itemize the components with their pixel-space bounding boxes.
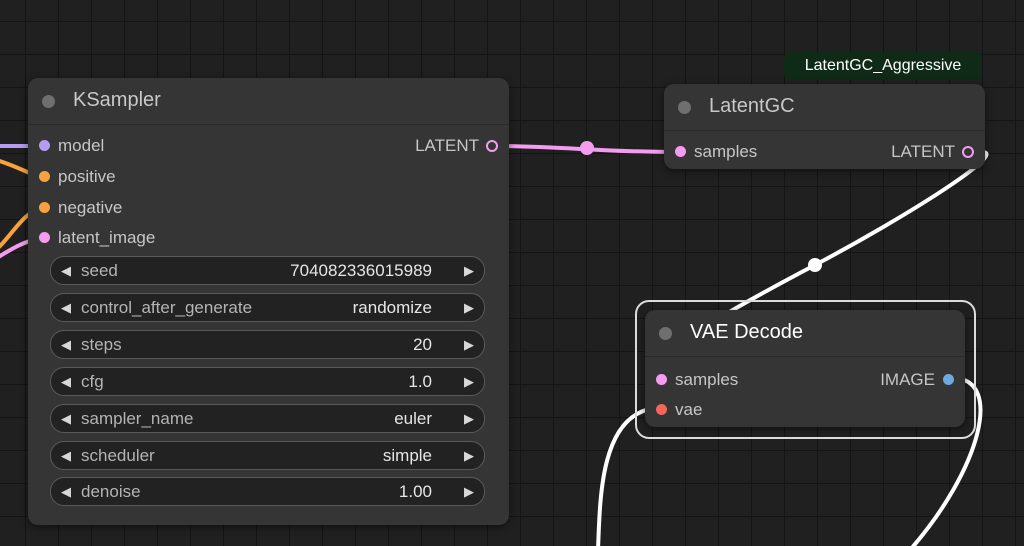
widget-denoise[interactable]: ◀ denoise 1.00 ▶	[50, 477, 485, 506]
input-label-negative: negative	[58, 198, 123, 217]
input-label-latent-image: latent_image	[58, 228, 156, 247]
decrement-arrow-icon[interactable]: ◀	[61, 478, 71, 505]
node-graph-canvas[interactable]: KSampler model positive negative latent_…	[0, 0, 1024, 546]
slot-dot-icon[interactable]	[962, 146, 974, 158]
increment-arrow-icon[interactable]: ▶	[464, 368, 474, 395]
input-label-vae: vae	[675, 400, 703, 419]
slot-dot-icon[interactable]	[39, 171, 50, 182]
output-label-image: IMAGE	[880, 370, 935, 389]
increment-arrow-icon[interactable]: ▶	[464, 442, 474, 469]
slot-dot-icon[interactable]	[943, 374, 954, 385]
widget-sampler-name[interactable]: ◀ sampler_name euler ▶	[50, 404, 485, 433]
input-label-samples: samples	[694, 142, 758, 161]
input-label-positive: positive	[58, 167, 116, 186]
increment-arrow-icon[interactable]: ▶	[464, 478, 474, 505]
latentgc-node[interactable]: LatentGC samples LATENT	[664, 84, 985, 169]
collapse-dot-icon[interactable]	[42, 95, 55, 108]
output-label-latent: LATENT	[891, 142, 955, 161]
output-slot-latent[interactable]: LATENT	[891, 142, 983, 162]
output-slot-latent[interactable]: LATENT	[415, 136, 507, 156]
widget-label: steps	[81, 335, 122, 354]
input-label-samples: samples	[675, 370, 739, 389]
decrement-arrow-icon[interactable]: ◀	[61, 331, 71, 358]
vae-decode-title-bar[interactable]: VAE Decode	[645, 310, 965, 357]
output-slot-image[interactable]: IMAGE	[880, 370, 963, 390]
widget-label: scheduler	[81, 446, 155, 465]
input-slot-samples[interactable]: samples	[647, 370, 738, 390]
link-midpoint-ksampler-latentgc[interactable]	[580, 141, 594, 155]
widget-seed[interactable]: ◀ seed 704082336015989 ▶	[50, 256, 485, 285]
output-label-latent: LATENT	[415, 136, 479, 155]
collapse-dot-icon[interactable]	[659, 327, 672, 340]
widget-steps[interactable]: ◀ steps 20 ▶	[50, 330, 485, 359]
slot-dot-icon[interactable]	[656, 404, 667, 415]
widget-value[interactable]: euler	[394, 405, 432, 432]
slot-dot-icon[interactable]	[656, 374, 667, 385]
input-label-model: model	[58, 136, 105, 155]
input-slot-negative[interactable]: negative	[30, 198, 122, 218]
widget-value[interactable]: randomize	[353, 294, 432, 321]
decrement-arrow-icon[interactable]: ◀	[61, 405, 71, 432]
widget-label: sampler_name	[81, 409, 194, 428]
ksampler-title: KSampler	[73, 89, 161, 111]
latentgc-title: LatentGC	[709, 95, 795, 117]
decrement-arrow-icon[interactable]: ◀	[61, 368, 71, 395]
vae-decode-node[interactable]: VAE Decode samples vae IMAGE	[645, 310, 965, 427]
link-ksampler-latentgc[interactable]	[494, 144, 677, 154]
widget-label: denoise	[81, 482, 141, 501]
increment-arrow-icon[interactable]: ▶	[464, 294, 474, 321]
input-slot-vae[interactable]: vae	[647, 400, 702, 420]
input-slot-latent-image[interactable]: latent_image	[30, 228, 155, 248]
widget-value[interactable]: simple	[383, 442, 432, 469]
decrement-arrow-icon[interactable]: ◀	[61, 294, 71, 321]
decrement-arrow-icon[interactable]: ◀	[61, 257, 71, 284]
widget-value[interactable]: 1.00	[399, 478, 432, 505]
increment-arrow-icon[interactable]: ▶	[464, 257, 474, 284]
widget-label: cfg	[81, 372, 104, 391]
widget-label: seed	[81, 261, 118, 280]
ksampler-node[interactable]: KSampler model positive negative latent_…	[28, 78, 509, 525]
vae-decode-title: VAE Decode	[690, 321, 804, 343]
link-midpoint-latentgc-vaedecode[interactable]	[808, 258, 822, 272]
widget-control-after-generate[interactable]: ◀ control_after_generate randomize ▶	[50, 293, 485, 322]
input-slot-model[interactable]: model	[30, 136, 104, 156]
widget-cfg[interactable]: ◀ cfg 1.0 ▶	[50, 367, 485, 396]
widget-scheduler[interactable]: ◀ scheduler simple ▶	[50, 441, 485, 470]
slot-dot-icon[interactable]	[39, 232, 50, 243]
decrement-arrow-icon[interactable]: ◀	[61, 442, 71, 469]
slot-dot-icon[interactable]	[39, 140, 50, 151]
slot-dot-icon[interactable]	[486, 140, 498, 152]
widget-value[interactable]: 20	[413, 331, 432, 358]
widget-label: control_after_generate	[81, 298, 253, 317]
input-slot-samples[interactable]: samples	[666, 142, 757, 162]
input-slot-positive[interactable]: positive	[30, 167, 116, 187]
collapse-dot-icon[interactable]	[678, 101, 691, 114]
latentgc-badge: LatentGC_Aggressive	[784, 52, 982, 80]
widget-value[interactable]: 704082336015989	[290, 257, 432, 284]
slot-dot-icon[interactable]	[39, 202, 50, 213]
ksampler-title-bar[interactable]: KSampler	[28, 78, 509, 125]
slot-dot-icon[interactable]	[675, 146, 686, 157]
increment-arrow-icon[interactable]: ▶	[464, 405, 474, 432]
latentgc-title-bar[interactable]: LatentGC	[664, 84, 985, 131]
increment-arrow-icon[interactable]: ▶	[464, 331, 474, 358]
widget-value[interactable]: 1.0	[408, 368, 432, 395]
